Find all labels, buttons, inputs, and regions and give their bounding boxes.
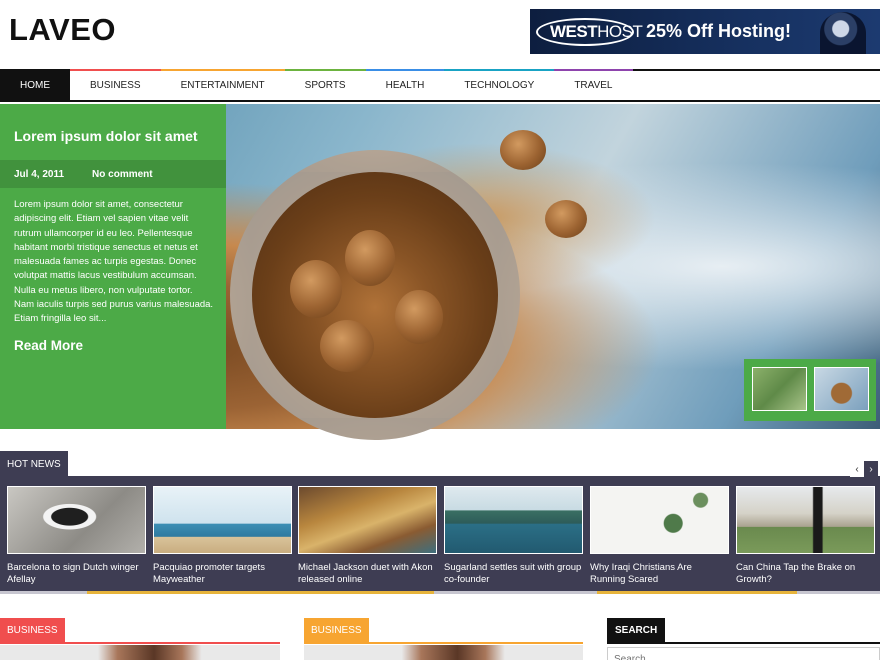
news-thumbnail: [7, 486, 146, 554]
news-thumbnail: [153, 486, 292, 554]
news-caption[interactable]: Sugarland settles suit with group co-fou…: [444, 562, 583, 586]
section-divider: [0, 642, 280, 644]
page: LAVEO WESTHOST 25% Off Hosting! HOME BUS…: [0, 0, 880, 660]
walnut-jar-image: [230, 150, 520, 440]
walnut-image: [545, 200, 587, 238]
thumbnail[interactable]: [752, 367, 807, 411]
featured-meta: Jul 4, 2011 No comment: [0, 160, 226, 188]
next-arrow-icon[interactable]: ›: [864, 461, 878, 477]
walnut-image: [290, 260, 342, 318]
featured-comments[interactable]: No comment: [64, 169, 153, 180]
nav-item-sports[interactable]: SPORTS: [284, 69, 366, 100]
nav-label: TECHNOLOGY: [464, 80, 535, 91]
news-thumbnail: [444, 486, 583, 554]
nav-label: SPORTS: [304, 80, 346, 91]
site-logo[interactable]: LAVEO: [9, 12, 116, 48]
section-label-business[interactable]: BUSINESS: [0, 618, 65, 643]
nav-item-travel[interactable]: TRAVEL: [554, 69, 633, 100]
news-thumbnail: [736, 486, 875, 554]
hot-news-item[interactable]: Michael Jackson duet with Akon released …: [298, 486, 437, 586]
ad-offer-text: 25% Off Hosting!: [646, 21, 792, 41]
news-caption[interactable]: Can China Tap the Brake on Growth?: [736, 562, 875, 586]
hot-news-item[interactable]: Can China Tap the Brake on Growth?: [736, 486, 875, 586]
news-caption[interactable]: Barcelona to sign Dutch winger Afellay: [7, 562, 146, 586]
ad-brand: WESTHOST: [550, 22, 643, 41]
nav-label: ENTERTAINMENT: [180, 80, 265, 91]
section-divider: [304, 642, 583, 644]
featured-panel: Lorem ipsum dolor sit amet Jul 4, 2011 N…: [0, 104, 226, 429]
walnut-image: [500, 130, 546, 170]
thumbnail[interactable]: [814, 367, 869, 411]
featured-title[interactable]: Lorem ipsum dolor sit amet: [14, 128, 198, 144]
section-image[interactable]: [304, 645, 583, 660]
news-thumbnail: [590, 486, 729, 554]
walnut-image: [395, 290, 443, 344]
main-nav: HOME BUSINESS ENTERTAINMENT SPORTS HEALT…: [0, 69, 880, 102]
featured-date: Jul 4, 2011: [14, 168, 65, 180]
news-thumbnail: [298, 486, 437, 554]
featured-thumbnails: [744, 359, 876, 421]
hot-news-bottom-bar: [0, 591, 880, 594]
walnut-image: [320, 320, 374, 372]
search-divider: [607, 642, 880, 644]
nav-item-entertainment[interactable]: ENTERTAINMENT: [160, 69, 285, 100]
news-caption[interactable]: Pacquiao promoter targets Mayweather: [153, 562, 292, 586]
nav-label: HOME: [20, 80, 50, 91]
walnut-image: [345, 230, 395, 286]
news-caption[interactable]: Michael Jackson duet with Akon released …: [298, 562, 437, 586]
prev-arrow-icon[interactable]: ‹: [850, 461, 864, 477]
hot-news-item[interactable]: Why Iraqi Christians Are Running Scared: [590, 486, 729, 586]
hot-news-item[interactable]: Pacquiao promoter targets Mayweather: [153, 486, 292, 586]
section-label-business[interactable]: BUSINESS: [304, 618, 369, 643]
read-more-link[interactable]: Read More: [14, 338, 83, 353]
hot-news-label: HOT NEWS: [0, 451, 68, 477]
ad-banner[interactable]: WESTHOST 25% Off Hosting!: [530, 9, 880, 54]
nav-label: TRAVEL: [574, 80, 613, 91]
featured-excerpt: Lorem ipsum dolor sit amet, consectetur …: [14, 199, 214, 325]
ad-figure-image: [820, 12, 866, 54]
hot-news-item[interactable]: Sugarland settles suit with group co-fou…: [444, 486, 583, 586]
nav-item-home[interactable]: HOME: [0, 71, 70, 100]
nav-item-business[interactable]: BUSINESS: [70, 69, 161, 100]
hot-news-item[interactable]: Barcelona to sign Dutch winger Afellay: [7, 486, 146, 586]
nav-item-technology[interactable]: TECHNOLOGY: [444, 69, 555, 100]
news-caption[interactable]: Why Iraqi Christians Are Running Scared: [590, 562, 729, 586]
search-widget-title: SEARCH: [607, 618, 666, 643]
section-image[interactable]: [0, 645, 280, 660]
nav-item-health[interactable]: HEALTH: [365, 69, 445, 100]
nav-label: HEALTH: [385, 80, 425, 91]
search-input[interactable]: [607, 647, 880, 660]
nav-label: BUSINESS: [90, 80, 141, 91]
